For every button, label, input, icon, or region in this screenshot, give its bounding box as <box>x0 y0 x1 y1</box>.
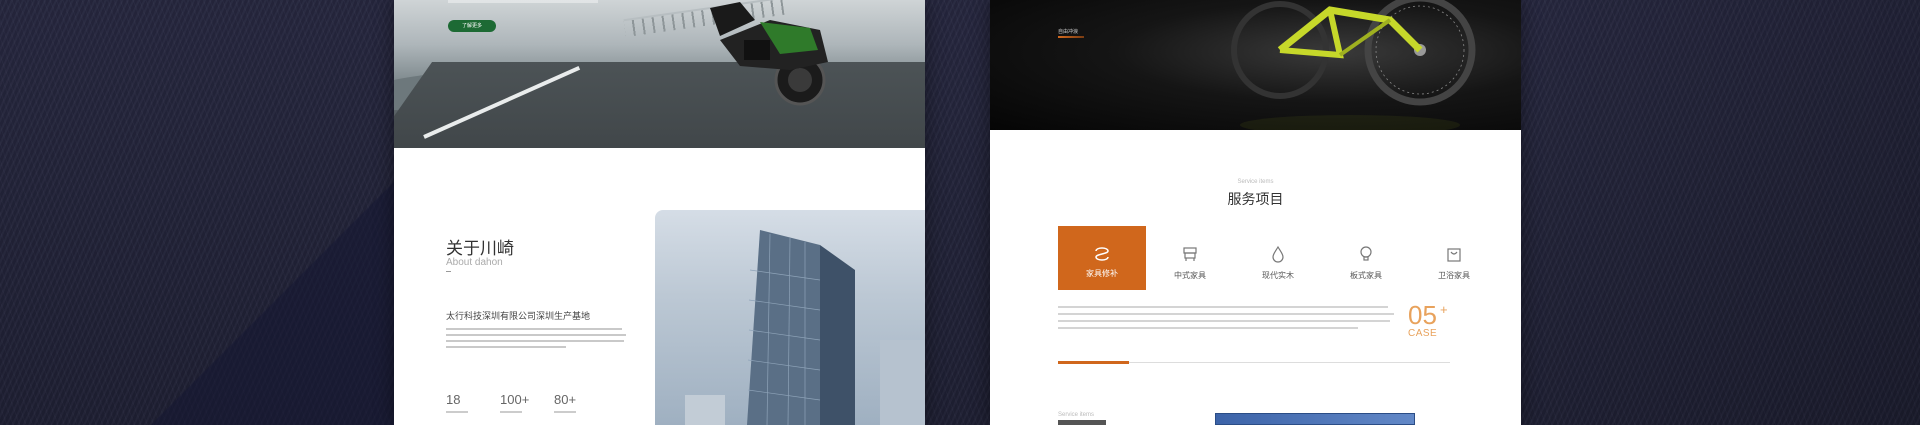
stat-value: 80+ <box>554 392 577 407</box>
bag-icon <box>1447 248 1461 262</box>
case-plus: + <box>1440 302 1448 317</box>
text-line <box>446 328 622 330</box>
tab-label: 家具修补 <box>1086 269 1118 278</box>
bicycle-graphic <box>1231 0 1476 130</box>
stat-caption-stub <box>446 411 468 413</box>
text-line <box>1058 327 1358 329</box>
stat-value: 18 <box>446 392 461 407</box>
services-title: 服务项目 <box>1227 191 1284 207</box>
services-progress-fill <box>1058 361 1129 364</box>
tab-label: 卫浴家具 <box>1438 271 1470 280</box>
bicycle-hero-image: 自由冲浪 <box>990 0 1521 130</box>
tab-label: 现代实木 <box>1262 271 1294 280</box>
stat-item: 80+ <box>554 392 590 413</box>
building-photo <box>655 210 925 425</box>
case-count: 05 <box>1408 300 1437 330</box>
text-line <box>1058 320 1390 322</box>
text-line <box>1058 313 1394 315</box>
hero-accent-bar <box>1058 36 1084 38</box>
text-line <box>446 340 624 342</box>
skyscraper-graphic <box>685 230 925 425</box>
about-description-placeholder <box>446 328 626 356</box>
text-line <box>1058 306 1388 308</box>
hero-more-button-label: 了解更多 <box>461 23 482 29</box>
tab-chinese-furniture[interactable]: 中式家具 <box>1146 226 1234 290</box>
hero-more-button[interactable]: 了解更多 <box>448 20 496 32</box>
services-subtitle: Service items <box>1237 179 1274 185</box>
text-line <box>446 334 626 336</box>
about-divider <box>446 271 451 272</box>
left-page-mockup: 了解更多 关于川崎 About dahon 太行科技深圳有限公司深圳生产基地 1… <box>394 0 925 425</box>
tab-panel-furniture[interactable]: 板式家具 <box>1322 226 1410 290</box>
stat-caption-stub <box>554 411 576 413</box>
text-line <box>446 346 566 348</box>
case-label: CASE <box>1408 328 1438 339</box>
tab-modern-wood[interactable]: 现代实木 <box>1234 226 1322 290</box>
hero-label: 自由冲浪 <box>1058 29 1079 35</box>
stat-item: 100+ <box>500 392 536 413</box>
services-progress-track <box>1058 361 1450 364</box>
chair-icon <box>1183 247 1197 261</box>
stat-value: 100+ <box>500 392 530 407</box>
background-shade-right <box>1520 0 1920 425</box>
road-shape <box>394 62 925 148</box>
stat-caption-stub <box>500 411 522 413</box>
bulb-icon <box>1360 246 1372 261</box>
tab-label: 板式家具 <box>1350 271 1382 280</box>
tab-label: 中式家具 <box>1174 271 1206 280</box>
drop-icon <box>1272 245 1284 263</box>
section2-photo <box>1215 413 1415 425</box>
about-subtitle: About dahon <box>446 257 503 268</box>
tab-bathroom-furniture[interactable]: 卫浴家具 <box>1410 226 1498 290</box>
hero-heading-stub <box>448 0 598 3</box>
about-title: 关于川崎 <box>446 239 514 258</box>
section2-subtitle: Service items <box>1058 412 1095 418</box>
motorcycle-hero-image: 了解更多 <box>394 0 925 148</box>
tab-furniture-repair[interactable]: 家具修补 <box>1058 226 1146 290</box>
services-description-placeholder <box>1058 306 1426 334</box>
stats-row: 18 100+ 80+ <box>446 392 590 413</box>
section2-title-stub <box>1058 420 1106 425</box>
swirl-icon <box>1095 247 1109 261</box>
stat-item: 18 <box>446 392 482 413</box>
right-page-mockup: 自由冲浪 Service items 服务项目 家具修补 中式家具 现代实木 板… <box>990 0 1521 425</box>
about-company-name: 太行科技深圳有限公司深圳生产基地 <box>446 311 591 321</box>
motorcycle-graphic <box>710 2 828 106</box>
services-tabs: 家具修补 中式家具 现代实木 板式家具 卫浴家具 <box>1058 226 1498 290</box>
